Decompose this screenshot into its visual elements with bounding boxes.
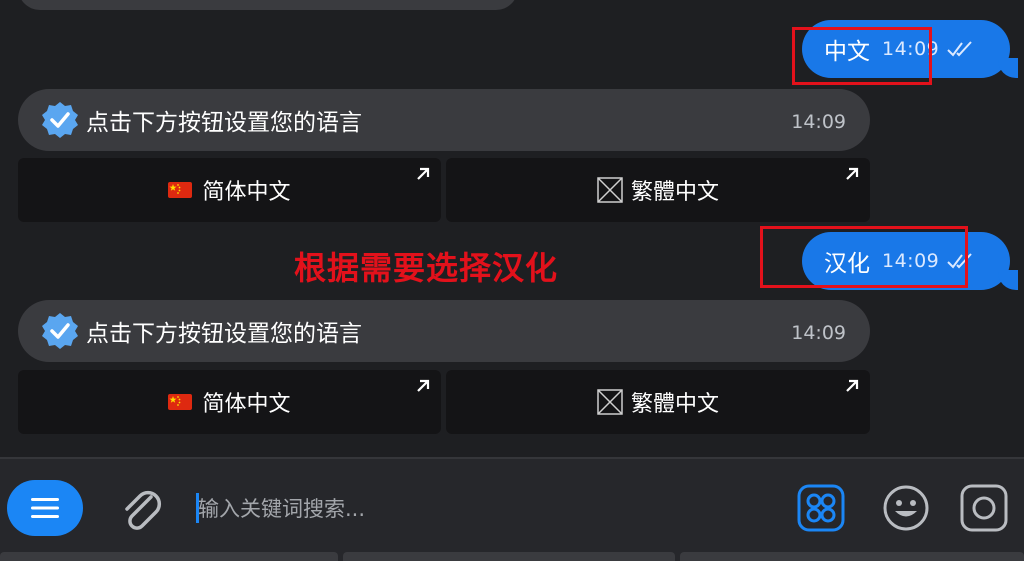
message-text: 点击下方按钮设置您的语言 bbox=[86, 110, 362, 136]
china-flag-icon bbox=[168, 394, 193, 410]
paperclip-icon[interactable] bbox=[118, 483, 164, 535]
double-check-icon bbox=[947, 41, 973, 57]
keyboard-tab bbox=[680, 552, 1024, 561]
button-label: 繁體中文 bbox=[630, 180, 719, 205]
camera-icon[interactable] bbox=[960, 484, 1008, 532]
open-arrow-icon bbox=[417, 167, 430, 180]
simplified-chinese-button[interactable]: 简体中文 bbox=[18, 370, 441, 434]
keyboard-tab bbox=[0, 552, 338, 561]
button-label: 简体中文 bbox=[202, 392, 291, 417]
open-arrow-icon bbox=[417, 379, 430, 392]
emoji-icon[interactable] bbox=[882, 484, 930, 532]
menu-button[interactable] bbox=[7, 480, 83, 536]
open-arrow-icon bbox=[846, 167, 859, 180]
message-input-bar bbox=[0, 457, 1024, 561]
traditional-chinese-button[interactable]: 繁體中文 bbox=[446, 158, 870, 222]
chat-history[interactable]: 中文 14:09 点击下方按钮设置您的语言 14:09 简体中文 繁體中文 根据… bbox=[0, 0, 1024, 457]
missing-glyph-icon bbox=[597, 389, 623, 415]
message-time: 14:09 bbox=[791, 111, 846, 133]
highlight-box bbox=[792, 27, 932, 85]
simplified-chinese-button[interactable]: 简体中文 bbox=[18, 158, 441, 222]
previous-message-bubble bbox=[18, 0, 518, 10]
grid-icon[interactable] bbox=[797, 484, 845, 532]
incoming-message[interactable]: 点击下方按钮设置您的语言 14:09 bbox=[18, 89, 870, 151]
annotation-text: 根据需要选择汉化 bbox=[294, 249, 559, 287]
bubble-tail bbox=[998, 270, 1018, 290]
traditional-chinese-button[interactable]: 繁體中文 bbox=[446, 370, 870, 434]
message-text: 点击下方按钮设置您的语言 bbox=[86, 321, 362, 347]
verified-badge-icon bbox=[42, 313, 78, 349]
button-label: 简体中文 bbox=[202, 180, 291, 205]
message-time: 14:09 bbox=[791, 322, 846, 344]
bubble-tail bbox=[998, 58, 1018, 78]
open-arrow-icon bbox=[846, 379, 859, 392]
verified-badge-icon bbox=[42, 102, 78, 138]
incoming-message[interactable]: 点击下方按钮设置您的语言 14:09 bbox=[18, 300, 870, 362]
menu-icon bbox=[31, 498, 59, 518]
missing-glyph-icon bbox=[597, 177, 623, 203]
china-flag-icon bbox=[168, 182, 193, 198]
button-label: 繁體中文 bbox=[630, 392, 719, 417]
highlight-box bbox=[760, 226, 968, 288]
keyboard-tab bbox=[343, 552, 675, 561]
search-input[interactable] bbox=[198, 489, 758, 529]
